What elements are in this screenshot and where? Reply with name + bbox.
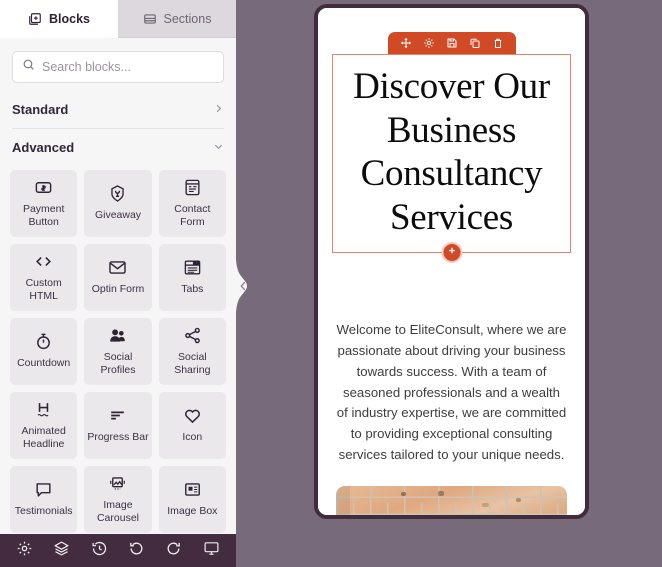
block-label: Progress Bar (87, 431, 149, 444)
block-label: Social Sharing (174, 350, 211, 376)
category-standard-label: Standard (12, 102, 69, 117)
block-label: Giveaway (94, 209, 142, 222)
block-progress-bar[interactable]: Progress Bar (84, 391, 152, 459)
block-image-carousel[interactable]: Image Carousel (84, 465, 152, 533)
block-label: Countdown (17, 357, 71, 370)
brick-detail (400, 492, 406, 497)
settings-button[interactable] (16, 540, 33, 562)
share-icon (183, 326, 202, 345)
sidebar-tabbar: Blocks Sections (0, 0, 236, 38)
duplicate-icon[interactable] (469, 37, 481, 49)
save-icon[interactable] (446, 37, 458, 49)
brick-detail (481, 502, 489, 507)
tab-sections[interactable]: Sections (118, 0, 236, 38)
trash-icon[interactable] (492, 37, 504, 49)
redo-button[interactable] (165, 540, 182, 562)
people-icon (108, 326, 127, 345)
progress-bar-icon (108, 406, 127, 425)
search-box[interactable] (12, 51, 224, 83)
brick-detail (437, 491, 444, 497)
tab-blocks[interactable]: Blocks (0, 0, 118, 38)
plus-circle-icon (446, 243, 457, 261)
undo-button[interactable] (128, 540, 145, 562)
block-label: Testimonials (14, 505, 73, 518)
block-social-profiles[interactable]: Social Profiles (84, 317, 152, 385)
block-label: Contact Form (174, 202, 211, 228)
block-label: Payment Button (22, 202, 65, 228)
layers-button[interactable] (53, 540, 70, 562)
brick-row (336, 503, 567, 515)
brick-wall-image[interactable] (336, 486, 567, 515)
search-icon (22, 58, 35, 76)
chevron-down-icon (213, 140, 224, 155)
block-label: Tabs (181, 283, 204, 296)
payment-button-icon (34, 178, 53, 197)
block-tabs[interactable]: Tabs (158, 243, 226, 311)
search-input[interactable] (42, 60, 214, 74)
page-preview: Discover Our Business Consultancy Servic… (318, 8, 585, 515)
category-advanced-label: Advanced (12, 139, 75, 155)
block-countdown[interactable]: Countdown (10, 317, 78, 385)
block-label: Custom HTML (25, 276, 62, 302)
block-testimonials[interactable]: Testimonials (10, 465, 78, 533)
sections-icon (143, 12, 157, 26)
block-animated-headline[interactable]: Animated Headline (10, 391, 78, 459)
block-custom-html[interactable]: Custom HTML (10, 243, 78, 311)
bottom-toolbar (0, 534, 236, 567)
block-grid: Payment Button Giveaway Contact Form Cus… (0, 166, 236, 534)
block-image-box[interactable]: Image Box (158, 465, 226, 533)
page-title: Discover Our Business Consultancy Servic… (353, 66, 550, 238)
block-giveaway[interactable]: Giveaway (84, 169, 152, 237)
layers-icon (53, 540, 70, 562)
tabs-icon (183, 258, 202, 277)
hero-paragraph[interactable]: Welcome to EliteConsult, where we are pa… (336, 320, 567, 466)
add-block-button[interactable] (441, 241, 462, 263)
image-carousel-icon (108, 474, 127, 493)
block-label: Social Profiles (100, 350, 136, 376)
category-advanced[interactable]: Advanced (0, 129, 236, 166)
preview-canvas: Discover Our Business Consultancy Servic… (236, 0, 662, 567)
hero-heading-block[interactable]: Discover Our Business Consultancy Servic… (332, 54, 571, 263)
chevron-right-icon (213, 102, 224, 117)
block-icon[interactable]: Icon (158, 391, 226, 459)
code-brackets-icon (34, 252, 53, 271)
revision-history-button[interactable] (91, 540, 108, 562)
undo-icon (128, 540, 145, 562)
preview-button[interactable] (203, 540, 220, 562)
search-section (0, 38, 236, 91)
gear-icon[interactable] (423, 37, 435, 49)
heart-icon (183, 406, 202, 425)
contact-form-icon (183, 178, 202, 197)
giveaway-icon (108, 184, 127, 203)
gear-icon (16, 540, 33, 562)
device-frame: Discover Our Business Consultancy Servic… (314, 4, 589, 519)
tab-blocks-label: Blocks (49, 11, 90, 26)
move-arrows-icon[interactable] (400, 37, 412, 49)
block-optin-form[interactable]: Optin Form (84, 243, 152, 311)
history-icon (91, 540, 108, 562)
speech-bubble-icon (34, 480, 53, 499)
image-box-icon (183, 480, 202, 499)
redo-icon (165, 540, 182, 562)
block-contact-form[interactable]: Contact Form (158, 169, 226, 237)
block-label: Optin Form (91, 283, 145, 296)
blocks-icon (28, 12, 42, 26)
sidebar-collapse-handle[interactable] (236, 258, 250, 314)
blocks-sidebar: Blocks Sections Standard (0, 0, 236, 534)
monitor-icon (203, 540, 220, 562)
block-label: Animated Headline (21, 424, 66, 450)
brick-detail (516, 497, 522, 502)
block-label: Icon (182, 431, 203, 444)
stopwatch-icon (34, 332, 53, 351)
tab-sections-label: Sections (163, 11, 212, 26)
block-action-toolbar (387, 32, 516, 54)
block-label: Image Box (167, 505, 218, 518)
animated-headline-icon (34, 400, 53, 419)
block-social-sharing[interactable]: Social Sharing (158, 317, 226, 385)
envelope-icon (108, 258, 127, 277)
block-label: Image Carousel (96, 498, 139, 524)
category-standard[interactable]: Standard (0, 91, 236, 128)
block-payment-button[interactable]: Payment Button (10, 169, 78, 237)
